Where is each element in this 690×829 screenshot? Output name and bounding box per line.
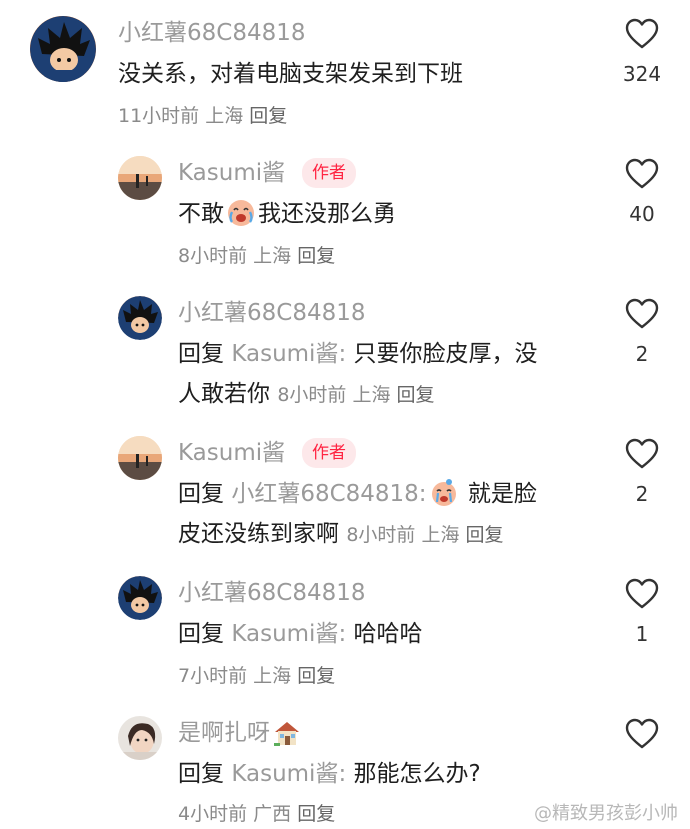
like-count: 1 xyxy=(635,622,649,646)
comment-author[interactable]: Kasumi酱 xyxy=(178,158,285,188)
comment-2: Kasumi酱 作者 不敢 我还没那么勇 8小时前 上海 回复 40 xyxy=(0,140,690,280)
comment-author[interactable]: 是啊扎呀 xyxy=(178,718,304,748)
heart-icon[interactable] xyxy=(625,158,659,190)
comment-location: 上海 xyxy=(253,665,292,687)
comment-meta: 11小时前 上海 回复 xyxy=(118,102,287,130)
reply-button[interactable]: 回复 xyxy=(297,245,335,267)
comment-text-body: 哈哈哈 xyxy=(353,621,423,647)
author-badge: 作者 xyxy=(302,158,356,188)
comment-time: 4小时前 xyxy=(178,803,248,825)
comment-time: 8小时前 xyxy=(346,524,416,546)
author-badge: 作者 xyxy=(302,438,356,468)
comment-meta: 7小时前 上海 回复 xyxy=(178,662,335,690)
crying-laughing-face-emoji xyxy=(228,200,254,226)
crying-face-emoji xyxy=(431,479,456,506)
comment-text-line2: 皮还没练到家啊 xyxy=(178,521,339,547)
house-icon xyxy=(274,722,299,746)
comment-text-line2-row: 人敢若你 8小时前 上海 回复 xyxy=(178,374,435,414)
comment-author[interactable]: 小红薯68C84818 xyxy=(178,298,366,328)
comment-author[interactable]: Kasumi酱 xyxy=(178,438,285,468)
reply-button[interactable]: 回复 xyxy=(297,665,335,687)
reply-mention[interactable]: Kasumi酱: xyxy=(231,761,346,787)
reply-button[interactable]: 回复 xyxy=(249,105,287,127)
comment-location: 上海 xyxy=(253,245,292,267)
comment-5: 小红薯68C84818 回复 Kasumi酱: 哈哈哈 7小时前 上海 回复 1 xyxy=(0,560,690,700)
comment-text-part: 不敢 xyxy=(178,201,224,227)
comment-meta: 8小时前 上海 回复 xyxy=(178,242,335,270)
like-count: 2 xyxy=(635,342,649,366)
avatar[interactable] xyxy=(30,16,96,82)
reply-button[interactable]: 回复 xyxy=(466,524,504,546)
comment-author[interactable]: 小红薯68C84818 xyxy=(118,18,306,48)
comment-time: 7小时前 xyxy=(178,665,248,687)
comment-location: 广西 xyxy=(253,803,292,825)
avatar[interactable] xyxy=(118,436,162,480)
comment-meta: 8小时前 上海 回复 xyxy=(346,524,503,546)
avatar[interactable] xyxy=(118,296,162,340)
comment-meta: 8小时前 上海 回复 xyxy=(277,384,434,406)
reply-prefix: 回复 xyxy=(178,621,224,647)
comment-1: 小红薯68C84818 没关系，对着电脑支架发呆到下班 11小时前 上海 回复 … xyxy=(0,0,690,140)
comment-text: 回复 Kasumi酱: 只要你脸皮厚，没 xyxy=(178,334,538,374)
comment-text-line2: 人敢若你 xyxy=(178,381,270,407)
author-name[interactable]: 是啊扎呀 xyxy=(178,720,270,746)
reply-button[interactable]: 回复 xyxy=(397,384,435,406)
reply-mention[interactable]: Kasumi酱: xyxy=(231,621,346,647)
watermark: @精致男孩彭小帅 xyxy=(534,803,678,824)
comment-location: 上海 xyxy=(421,524,460,546)
comment-3: 小红薯68C84818 回复 Kasumi酱: 只要你脸皮厚，没 人敢若你 8小… xyxy=(0,280,690,420)
heart-icon[interactable] xyxy=(625,298,659,330)
comment-meta: 4小时前 广西 回复 xyxy=(178,800,335,828)
reply-mention[interactable]: Kasumi酱: xyxy=(231,341,346,367)
heart-icon[interactable] xyxy=(625,718,659,750)
comment-text-line1: 就是脸 xyxy=(467,481,537,507)
comment-4: Kasumi酱 作者 回复 小红薯68C84818: 就是脸 皮还没练到家啊 8… xyxy=(0,420,690,560)
avatar[interactable] xyxy=(118,156,162,200)
comment-text: 回复 Kasumi酱: 哈哈哈 xyxy=(178,614,423,654)
like-count: 40 xyxy=(629,202,655,226)
comment-text: 回复 小红薯68C84818: 就是脸 xyxy=(178,474,537,514)
reply-mention[interactable]: 小红薯68C84818: xyxy=(231,481,426,507)
comment-text: 回复 Kasumi酱: 那能怎么办? xyxy=(178,754,481,794)
comment-author[interactable]: 小红薯68C84818 xyxy=(178,578,366,608)
comment-time: 8小时前 xyxy=(178,245,248,267)
reply-prefix: 回复 xyxy=(178,481,224,507)
heart-icon[interactable] xyxy=(625,578,659,610)
comment-text-line1: 只要你脸皮厚，没 xyxy=(353,341,538,367)
heart-icon[interactable] xyxy=(625,18,659,50)
heart-icon[interactable] xyxy=(625,438,659,470)
avatar[interactable] xyxy=(118,576,162,620)
reply-prefix: 回复 xyxy=(178,341,224,367)
reply-button[interactable]: 回复 xyxy=(297,803,335,825)
comment-text-part: 我还没那么勇 xyxy=(258,201,396,227)
comment-text-line2-row: 皮还没练到家啊 8小时前 上海 回复 xyxy=(178,514,504,554)
like-count: 324 xyxy=(622,62,662,86)
comment-text: 不敢 我还没那么勇 xyxy=(178,194,396,234)
avatar[interactable] xyxy=(118,716,162,760)
comment-location: 上海 xyxy=(352,384,391,406)
comment-time: 8小时前 xyxy=(277,384,347,406)
reply-prefix: 回复 xyxy=(178,761,224,787)
like-count: 2 xyxy=(635,482,649,506)
comment-location: 上海 xyxy=(205,105,244,127)
comment-time: 11小时前 xyxy=(118,105,200,127)
comment-text: 没关系，对着电脑支架发呆到下班 xyxy=(118,61,463,87)
comment-text-body: 那能怎么办? xyxy=(353,761,481,787)
